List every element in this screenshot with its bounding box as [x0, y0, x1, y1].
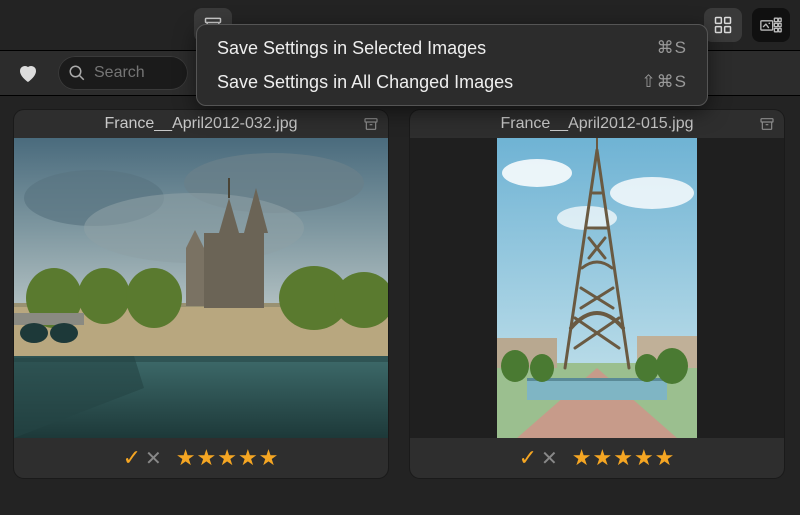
menu-item-label: Save Settings in All Changed Images: [217, 72, 513, 93]
archive-icon: [759, 116, 775, 132]
favorites-filter-button[interactable]: [14, 59, 42, 87]
image-card[interactable]: France__April2012-015.jpg: [410, 110, 784, 478]
pick-button[interactable]: ✓: [123, 445, 141, 471]
menu-item-save-all-changed[interactable]: Save Settings in All Changed Images ⇧⌘S: [197, 65, 707, 99]
gallery: France__April2012-032.jpg: [0, 96, 800, 478]
heart-icon: [16, 61, 40, 85]
reject-button[interactable]: ✕: [541, 446, 558, 471]
search-icon: [68, 64, 86, 82]
grid-view-button[interactable]: [704, 8, 742, 42]
card-header: France__April2012-015.jpg: [410, 110, 784, 138]
thumbnail-image: [497, 138, 697, 438]
menu-item-label: Save Settings in Selected Images: [217, 38, 486, 59]
reject-button[interactable]: ✕: [145, 446, 162, 471]
search-input[interactable]: [94, 64, 174, 82]
thumbnail-wrap[interactable]: [14, 138, 388, 438]
thumbnail-wrap[interactable]: [410, 138, 784, 438]
rating-stars[interactable]: ★★★★★: [572, 445, 676, 471]
rating-stars[interactable]: ★★★★★: [176, 445, 280, 471]
grid-icon: [713, 15, 733, 35]
pick-reject-group: ✓ ✕: [123, 445, 162, 471]
archive-icon: [363, 116, 379, 132]
image-card[interactable]: France__April2012-032.jpg: [14, 110, 388, 478]
save-settings-menu: Save Settings in Selected Images ⌘S Save…: [196, 24, 708, 106]
image-filename: France__April2012-015.jpg: [436, 115, 758, 133]
card-footer: ✓ ✕ ★★★★★: [14, 438, 388, 478]
card-archive-button[interactable]: [362, 115, 380, 133]
card-header: France__April2012-032.jpg: [14, 110, 388, 138]
view-mode-group: [704, 8, 790, 42]
pick-button[interactable]: ✓: [519, 445, 537, 471]
menu-item-shortcut: ⇧⌘S: [641, 72, 687, 92]
compare-icon: [760, 15, 782, 35]
pick-reject-group: ✓ ✕: [519, 445, 558, 471]
image-filename: France__April2012-032.jpg: [40, 115, 362, 133]
menu-item-save-selected[interactable]: Save Settings in Selected Images ⌘S: [197, 31, 707, 65]
menu-item-shortcut: ⌘S: [657, 38, 687, 58]
search-field-wrap[interactable]: [58, 56, 188, 90]
card-archive-button[interactable]: [758, 115, 776, 133]
thumbnail-image: [14, 138, 388, 438]
compare-view-button[interactable]: [752, 8, 790, 42]
card-footer: ✓ ✕ ★★★★★: [410, 438, 784, 478]
